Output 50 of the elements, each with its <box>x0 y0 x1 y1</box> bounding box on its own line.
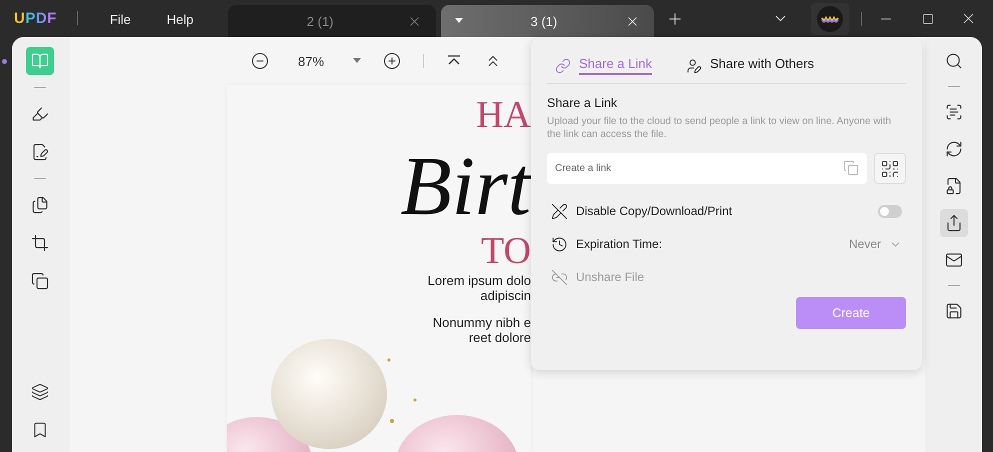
body-text: adipiscin <box>480 288 531 303</box>
history-icon <box>551 236 568 252</box>
user-pen-icon <box>686 58 702 74</box>
caret-icon[interactable] <box>454 18 463 24</box>
menu-item[interactable]: File <box>106 12 135 27</box>
zoom-out-icon[interactable] <box>251 52 269 70</box>
bookmark-icon <box>31 421 49 439</box>
mail-icon <box>944 251 962 269</box>
panel-tab[interactable]: Share a Link <box>555 56 652 75</box>
body-text: Lorem ipsum dolo <box>428 273 531 288</box>
page-heading: HA <box>476 93 531 137</box>
pages-icon <box>31 196 49 214</box>
crop-icon <box>31 234 49 252</box>
highlighter-icon <box>31 105 49 123</box>
document-tab[interactable]: 2 (1) <box>228 5 436 37</box>
panel-tab[interactable]: Share with Others <box>686 56 814 75</box>
toggle-switch[interactable] <box>878 204 902 218</box>
save-icon <box>944 302 962 320</box>
search-icon <box>944 52 962 70</box>
section-heading: Share a Link <box>547 96 618 110</box>
copy-icon <box>31 272 49 290</box>
unlink-icon <box>551 268 568 286</box>
file-lock-icon <box>944 177 962 195</box>
body-text: reet dolore <box>468 330 531 345</box>
menu-item[interactable]: Help <box>162 12 198 27</box>
account-button[interactable] <box>811 2 849 34</box>
body-text: Nonummy nibh e <box>432 315 531 330</box>
book-icon <box>31 52 49 70</box>
link-field[interactable]: Create a link <box>547 153 867 184</box>
link-icon <box>555 58 571 74</box>
edit-file-icon <box>31 143 49 161</box>
indicator-dot <box>2 59 7 64</box>
tool-button[interactable] <box>940 209 968 237</box>
expiration-select[interactable]: Never <box>848 237 902 251</box>
option-label: Expiration Time: <box>576 237 664 251</box>
ocr-icon <box>944 103 962 121</box>
description-text: Upload your file to the cloud to send people a link to view on line. Anyone with the link can access the file. <box>547 115 892 141</box>
pen-off-icon <box>551 202 568 220</box>
option-label: Disable Copy/Download/Print <box>576 204 734 218</box>
zoom-level[interactable]: 87% <box>291 54 331 68</box>
wave-avatar-icon <box>817 6 843 32</box>
maximize-icon[interactable] <box>922 12 934 24</box>
layers-icon <box>31 383 49 401</box>
zoom-in-icon[interactable] <box>383 52 401 70</box>
caret-icon[interactable] <box>353 58 361 64</box>
document-tab[interactable]: 3 (1) <box>440 5 654 37</box>
qr-code-button[interactable] <box>874 153 906 184</box>
share-icon <box>944 214 962 232</box>
qr-code-icon <box>880 158 900 178</box>
refresh-file-icon <box>944 140 962 158</box>
